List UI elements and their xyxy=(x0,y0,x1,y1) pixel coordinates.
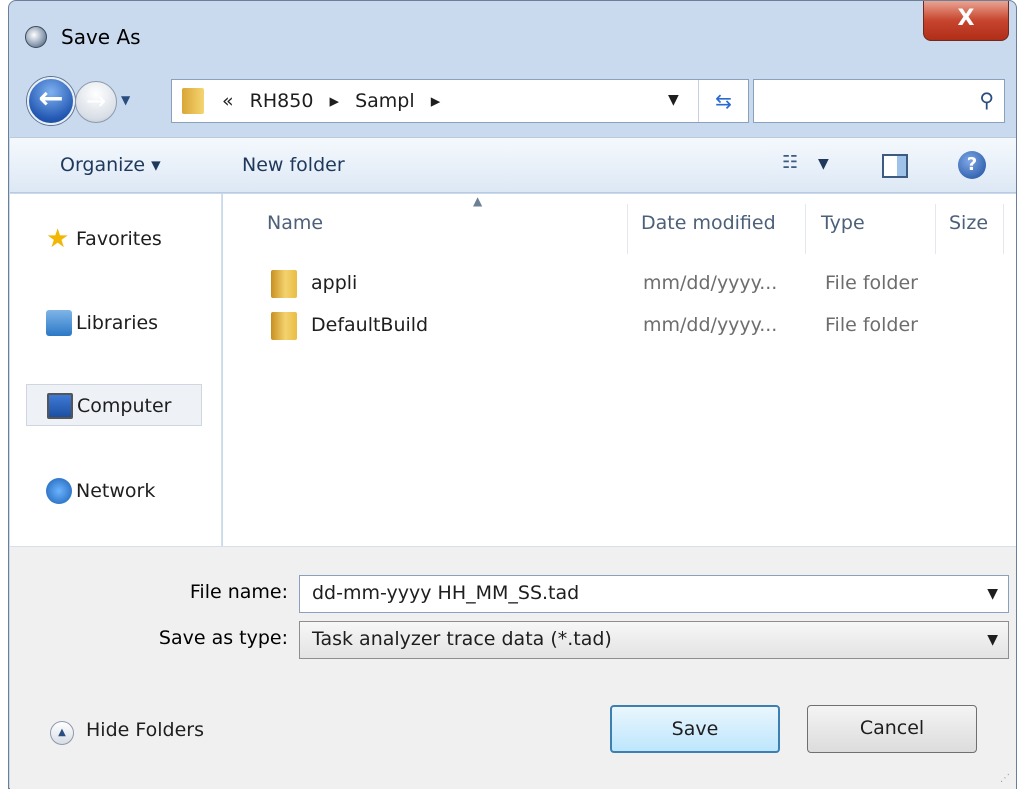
sidebar-item-network[interactable]: Network xyxy=(26,470,202,512)
breadcrumb-rh850[interactable]: RH850 xyxy=(250,90,314,112)
column-header-type[interactable]: Type xyxy=(821,212,865,234)
sidebar-item-libraries[interactable]: Libraries xyxy=(26,302,202,344)
back-button[interactable]: ← xyxy=(27,77,75,125)
file-name-field[interactable]: dd-mm-yyyy HH_MM_SS.tad ▼ xyxy=(299,575,1009,613)
column-divider[interactable] xyxy=(627,204,628,254)
save-as-type-label: Save as type: xyxy=(158,627,288,649)
table-row[interactable]: DefaultBuild mm/dd/yyyy... File folder xyxy=(259,306,999,346)
new-folder-button[interactable]: New folder xyxy=(242,154,345,176)
close-button[interactable]: X xyxy=(923,1,1009,41)
file-date: mm/dd/yyyy... xyxy=(643,272,778,294)
hide-folders-label: Hide Folders xyxy=(86,719,204,741)
command-toolbar: Organize ▾ New folder ☷ ▼ ? xyxy=(10,137,1016,193)
column-divider[interactable] xyxy=(1003,204,1004,254)
preview-pane-icon[interactable] xyxy=(882,154,908,178)
refresh-icon[interactable]: ⇆ xyxy=(698,80,748,122)
breadcrumb-separator-icon[interactable]: ▸ xyxy=(329,90,339,112)
save-as-type-value: Task analyzer trace data (*.tad) xyxy=(312,628,612,650)
file-name-label: File name: xyxy=(189,581,288,603)
resize-grip-icon[interactable]: ⋰ xyxy=(1000,773,1010,784)
organize-button[interactable]: Organize ▾ xyxy=(60,154,161,176)
star-icon: ★ xyxy=(46,224,70,254)
save-as-dialog: Save As X ← → ▼ « RH850 ▸ Sampl ▸ ▼ ⇆ ⚲ … xyxy=(8,0,1017,789)
column-divider[interactable] xyxy=(805,204,806,254)
column-header-date-modified[interactable]: Date modified xyxy=(641,212,776,234)
folder-icon xyxy=(182,88,204,114)
view-dropdown-icon[interactable]: ▼ xyxy=(818,156,829,172)
sidebar-item-label: Computer xyxy=(77,395,172,417)
sidebar-item-label: Favorites xyxy=(76,228,162,250)
file-name: appli xyxy=(311,272,358,294)
network-icon xyxy=(46,478,72,504)
column-header-name[interactable]: Name xyxy=(267,212,323,234)
file-date: mm/dd/yyyy... xyxy=(643,314,778,336)
file-type: File folder xyxy=(825,272,918,294)
column-header-size[interactable]: Size xyxy=(949,212,988,234)
file-list: ▲ Name Date modified Type Size appli mm/… xyxy=(223,194,1016,546)
history-dropdown-icon[interactable]: ▼ xyxy=(121,93,130,107)
search-icon[interactable]: ⚲ xyxy=(979,88,994,112)
breadcrumb-sampl[interactable]: Sampl xyxy=(355,90,415,112)
sidebar-item-label: Libraries xyxy=(76,312,159,334)
cancel-button[interactable]: Cancel xyxy=(807,705,977,753)
app-icon xyxy=(25,26,47,48)
save-as-type-select[interactable]: Task analyzer trace data (*.tad) ▼ xyxy=(299,621,1009,659)
save-button[interactable]: Save xyxy=(610,705,780,753)
breadcrumb-separator-icon[interactable]: ▸ xyxy=(431,90,441,112)
libraries-icon xyxy=(46,310,72,336)
sort-ascending-icon: ▲ xyxy=(473,194,483,208)
chevron-down-icon[interactable]: ▼ xyxy=(987,586,998,602)
sidebar-item-computer[interactable]: Computer xyxy=(26,384,202,426)
title-bar[interactable]: Save As X xyxy=(9,1,1016,69)
chevron-up-icon: ▲ xyxy=(50,721,74,745)
column-divider[interactable] xyxy=(935,204,936,254)
folder-icon xyxy=(271,270,297,298)
search-input[interactable]: ⚲ xyxy=(753,79,1005,123)
file-name-value[interactable]: dd-mm-yyyy HH_MM_SS.tad xyxy=(312,582,579,604)
forward-button[interactable]: → xyxy=(75,81,117,123)
file-type: File folder xyxy=(825,314,918,336)
chevron-down-icon[interactable]: ▼ xyxy=(987,632,998,648)
table-row[interactable]: appli mm/dd/yyyy... File folder xyxy=(259,264,999,304)
view-options-icon[interactable]: ☷ xyxy=(782,152,798,173)
address-bar[interactable]: « RH850 ▸ Sampl ▸ ▼ ⇆ xyxy=(171,79,749,123)
file-name: DefaultBuild xyxy=(311,314,429,336)
navigation-bar: ← → ▼ « RH850 ▸ Sampl ▸ ▼ ⇆ ⚲ xyxy=(9,71,1016,133)
save-options-panel: File name: dd-mm-yyyy HH_MM_SS.tad ▼ Sav… xyxy=(10,546,1016,789)
breadcrumb: « RH850 ▸ Sampl ▸ xyxy=(222,90,450,112)
navigation-pane: ★ Favorites Libraries Computer Network xyxy=(10,194,222,546)
window-title: Save As xyxy=(61,25,141,49)
sidebar-item-label: Network xyxy=(76,480,156,502)
folder-icon xyxy=(271,312,297,340)
sidebar-item-favorites[interactable]: ★ Favorites xyxy=(26,218,202,260)
help-icon[interactable]: ? xyxy=(958,151,986,179)
computer-icon xyxy=(47,393,73,419)
address-dropdown-icon[interactable]: ▼ xyxy=(668,92,679,108)
breadcrumb-overflow[interactable]: « xyxy=(222,90,234,112)
